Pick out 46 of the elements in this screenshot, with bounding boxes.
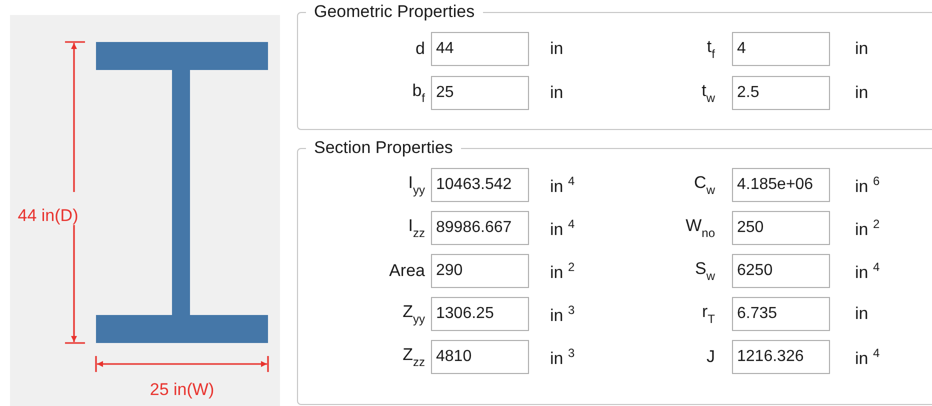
unit-label: in <box>854 83 870 103</box>
property-label: W$_{no}$ <box>684 216 716 240</box>
property-label: t$_{f}$ <box>706 37 716 61</box>
unit-label: in <box>854 39 870 59</box>
property-label: b$_{f}$ <box>411 81 426 105</box>
property-label: d <box>414 39 426 59</box>
unit-label: in <box>854 304 870 324</box>
input-field[interactable]: 6.735 <box>732 297 830 331</box>
input-field[interactable]: 1216.326 <box>732 340 830 374</box>
input-field[interactable]: 4 <box>732 32 830 66</box>
property-label: Z$_{zz}$ <box>402 345 426 369</box>
input-field[interactable]: 89986.667 <box>431 211 529 245</box>
input-field[interactable]: 10463.542 <box>431 168 529 202</box>
input-field[interactable]: 6250 <box>732 254 830 288</box>
input-field[interactable]: 25 <box>431 76 529 110</box>
property-label: t$_{w}$ <box>700 81 716 105</box>
width-label: 25 in(W) <box>150 380 214 399</box>
unit-label: in <box>549 39 564 59</box>
input-field[interactable]: 4.185e+06 <box>732 168 830 202</box>
unit-label: in $^{4}$ <box>854 260 881 282</box>
property-label: I$_{zz}$ <box>407 216 426 240</box>
unit-label: in $^{2}$ <box>549 260 576 282</box>
input-field[interactable]: 2.5 <box>732 76 830 110</box>
input-field[interactable]: 1306.25 <box>431 297 529 331</box>
group-title: Section Properties <box>313 138 454 158</box>
unit-label: in $^{3}$ <box>549 302 576 326</box>
input-field[interactable]: 44 <box>431 32 529 66</box>
property-label: S$_{w}$ <box>694 259 716 283</box>
input-field[interactable]: 250 <box>732 211 830 245</box>
property-label: r$_{T}$ <box>700 302 716 326</box>
depth-label: 44 in(D) <box>18 206 78 225</box>
property-label: C$_{w}$ <box>693 173 716 197</box>
unit-label: in $^{6}$ <box>854 174 881 196</box>
input-field[interactable]: 290 <box>431 254 529 288</box>
unit-label: in $^{4}$ <box>854 346 881 368</box>
property-label: I$_{yy}$ <box>407 173 426 197</box>
input-field[interactable]: 4810 <box>431 340 529 374</box>
unit-label: in $^{3}$ <box>549 346 576 368</box>
unit-label: in $^{4}$ <box>549 174 576 196</box>
unit-label: in <box>549 83 564 103</box>
group-title: Geometric Properties <box>313 2 476 22</box>
property-label: J <box>706 347 716 367</box>
unit-label: in $^{2}$ <box>854 216 881 240</box>
property-label: Area <box>388 261 426 281</box>
property-label: Z$_{yy}$ <box>402 302 426 326</box>
unit-label: in $^{4}$ <box>549 216 576 240</box>
